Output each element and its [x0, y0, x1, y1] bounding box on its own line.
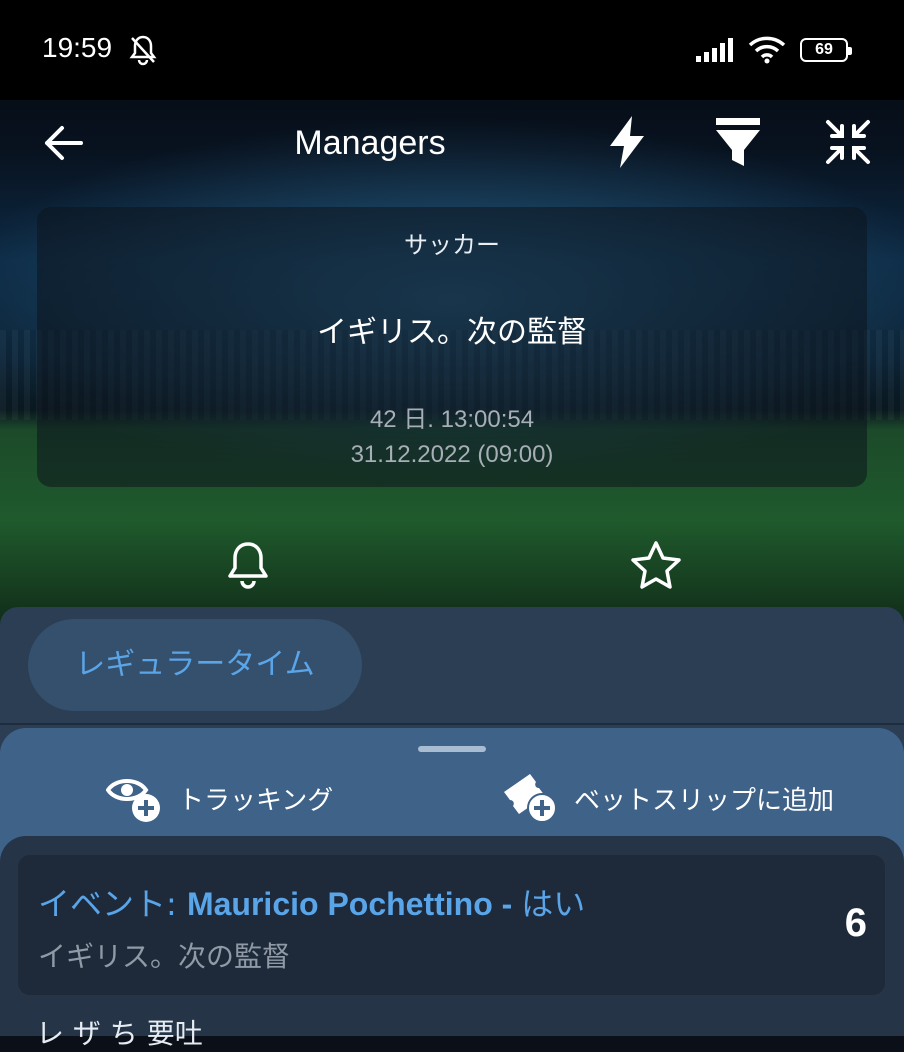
- odds-value: 6: [844, 901, 867, 945]
- cutoff-text: レ ザ ち 要吐: [36, 1017, 203, 1050]
- event-info-card: サッカー イギリス。次の監督 42 日. 13:00:54 31.12.2022…: [37, 207, 867, 487]
- bet-sheet: トラッキング ベットスリップに追加 イベント: Mauricio Pochett…: [0, 728, 904, 1050]
- star-icon[interactable]: [630, 540, 682, 594]
- signal-icon: [696, 38, 736, 66]
- bell-off-icon: [128, 34, 158, 70]
- selection-name: Mauricio Pochettino -: [186, 886, 522, 922]
- event-title: イギリス。次の監督: [317, 315, 587, 350]
- tracking-button[interactable]: トラッキング: [105, 768, 334, 828]
- clock: 19:59: [42, 32, 113, 63]
- back-arrow-icon[interactable]: [42, 122, 84, 168]
- tab-regular-time[interactable]: レギュラータイム: [28, 619, 362, 711]
- drag-handle[interactable]: [418, 746, 486, 752]
- page-title: Managers: [294, 124, 446, 162]
- filter-icon[interactable]: [714, 118, 762, 172]
- event-datetime: 31.12.2022 (09:00): [350, 441, 554, 468]
- sport-label: サッカー: [404, 231, 500, 259]
- lightning-icon[interactable]: [606, 116, 648, 172]
- divider: [0, 723, 904, 725]
- selection-outcome: はい: [521, 885, 586, 923]
- bet-market: イギリス。次の監督: [38, 940, 291, 973]
- countdown-timer: 42 日. 13:00:54: [369, 406, 535, 433]
- add-to-betslip-button[interactable]: ベットスリップに追加: [502, 768, 834, 828]
- bell-icon[interactable]: [225, 540, 271, 594]
- toolbar: Managers: [0, 100, 904, 190]
- eye-plus-icon: [105, 768, 164, 828]
- status-bar: 19:59 69: [0, 0, 904, 100]
- bet-list: イベント: Mauricio Pochettino - はい イギリス。次の監督…: [0, 836, 904, 1050]
- wifi-icon: [748, 36, 786, 68]
- event-prefix: イベント:: [38, 885, 187, 923]
- ticket-plus-icon: [502, 768, 560, 828]
- battery-indicator: 69: [800, 38, 852, 62]
- collapse-icon[interactable]: [824, 118, 872, 170]
- bet-item[interactable]: イベント: Mauricio Pochettino - はい イギリス。次の監督…: [18, 855, 885, 995]
- tracking-label: トラッキング: [178, 785, 334, 816]
- bet-selection: イベント: Mauricio Pochettino - はい: [38, 879, 585, 925]
- add-to-betslip-label: ベットスリップに追加: [574, 785, 835, 816]
